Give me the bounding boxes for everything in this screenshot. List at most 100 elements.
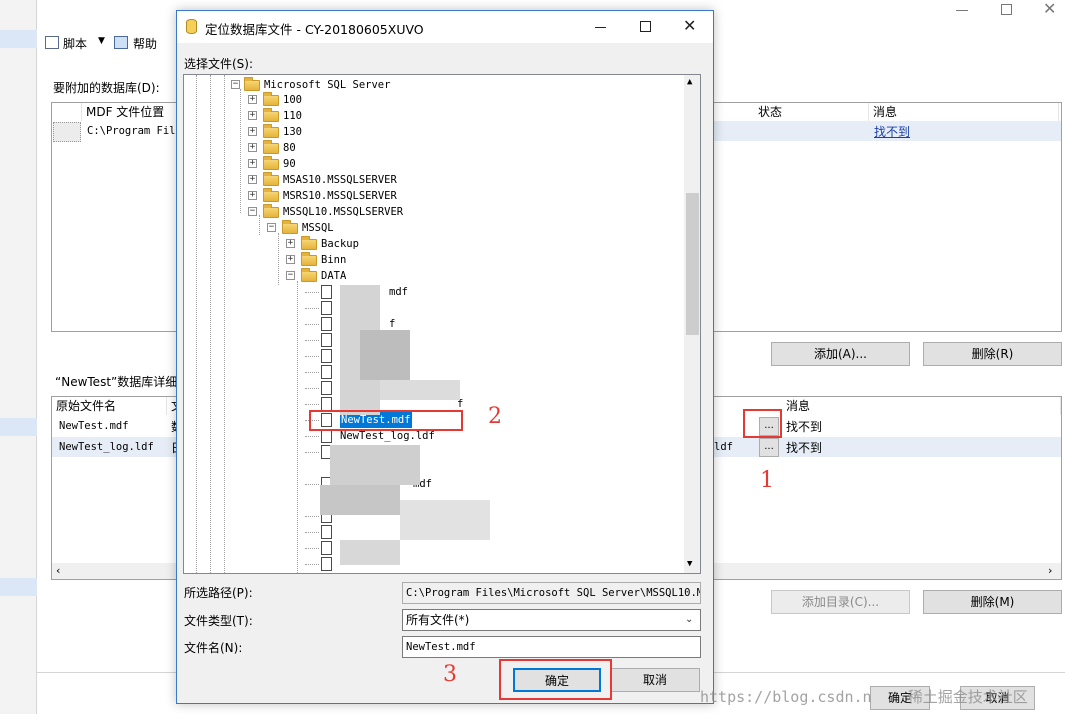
tree-guide: [210, 75, 211, 573]
annotation-number-3: 3: [443, 662, 457, 687]
tree-label: MSAS10.MSSQLSERVER: [283, 174, 397, 186]
tree-guide: [297, 281, 298, 573]
tree-guide: [196, 75, 197, 573]
scroll-right-icon[interactable]: ›: [1048, 564, 1052, 577]
tree-label: DATA: [321, 270, 347, 282]
tree-label: 110: [283, 110, 302, 122]
parent-minimize-icon[interactable]: [956, 10, 968, 11]
select-file-label: 选择文件(S):: [184, 57, 254, 71]
file-name-field[interactable]: NewTest.mdf: [402, 636, 701, 658]
folder-icon: [263, 188, 279, 202]
folder-icon: [301, 236, 317, 250]
file-type-value: 所有文件(*): [406, 613, 470, 627]
file-icon: [321, 525, 332, 539]
grid-header-message[interactable]: 消息: [869, 103, 1059, 121]
remove-button-top[interactable]: 删除(R): [923, 342, 1062, 366]
expand-icon[interactable]: +: [248, 111, 257, 120]
tree-label: 130: [283, 126, 302, 138]
tree-label-root: Microsoft SQL Server: [264, 79, 391, 91]
tree-scroll-thumb[interactable]: [686, 193, 699, 335]
tree-label: Backup: [321, 238, 359, 250]
expand-icon[interactable]: +: [248, 159, 257, 168]
file-tree[interactable]: ▲ ▼ − Microsoft SQL Server: [183, 74, 701, 574]
folder-icon: [282, 220, 298, 234]
expand-icon[interactable]: +: [248, 175, 257, 184]
mosaic-blur: [330, 445, 420, 485]
details-header-filename[interactable]: 原始文件名: [52, 397, 167, 415]
grid-header-status[interactable]: 状态: [754, 103, 869, 121]
dialog-cancel-button[interactable]: 取消: [610, 668, 700, 692]
folder-icon: [263, 204, 279, 218]
add-button[interactable]: 添加(A)...: [771, 342, 910, 366]
collapse-icon[interactable]: −: [267, 223, 276, 232]
expand-icon[interactable]: +: [286, 239, 295, 248]
chevron-down-icon[interactable]: ⌄: [685, 610, 693, 630]
expand-icon[interactable]: +: [248, 95, 257, 104]
expand-icon[interactable]: +: [248, 143, 257, 152]
annotation-box-file: [309, 410, 463, 431]
mosaic-blur: [380, 380, 460, 400]
grid-header-mdf[interactable]: MDF 文件位置: [82, 103, 178, 121]
parent-left-strip: [0, 0, 37, 714]
file-icon: [321, 365, 332, 379]
parent-left-accent-3: [0, 578, 37, 596]
script-button[interactable]: 脚本: [63, 35, 87, 52]
file-icon: [321, 557, 332, 571]
tree-guide: [259, 215, 260, 235]
tree-label: MSSQL: [302, 222, 334, 234]
tree-vscrollbar[interactable]: ▲ ▼: [684, 75, 700, 573]
file-type-label: 文件类型(T):: [184, 614, 253, 628]
expand-icon[interactable]: +: [248, 191, 257, 200]
file-icon: [321, 333, 332, 347]
mosaic-blur: [400, 500, 490, 540]
help-button[interactable]: 帮助: [133, 35, 157, 52]
parent-close-icon[interactable]: ✕: [1043, 0, 1063, 18]
folder-icon: [244, 77, 260, 91]
remove-button-bottom[interactable]: 删除(M): [923, 590, 1062, 614]
annotation-number-2: 2: [488, 404, 502, 429]
add-catalog-button[interactable]: 添加目录(C)...: [771, 590, 910, 614]
grid-header-rowsel: [52, 103, 82, 121]
dialog-minimize-icon[interactable]: [595, 27, 606, 28]
script-dropdown-icon[interactable]: ▼: [98, 36, 105, 46]
tree-guide: [224, 75, 225, 573]
tree-node-root[interactable]: − Microsoft SQL Server: [224, 77, 424, 93]
parent-left-accent-2: [0, 418, 37, 436]
grid-cell-message-link[interactable]: 找不到: [874, 123, 910, 140]
details-cell-message-1: 找不到: [786, 420, 823, 434]
dialog-title: 定位数据库文件 - CY-20180605XUVO: [205, 22, 424, 37]
scroll-left-icon[interactable]: ‹: [56, 564, 60, 577]
file-icon: [321, 349, 332, 363]
dialog-maximize-icon[interactable]: [640, 21, 651, 32]
parent-left-accent-1: [0, 30, 37, 48]
tree-scroll-up-icon[interactable]: ▲: [687, 77, 692, 87]
file-type-select[interactable]: 所有文件(*) ⌄: [402, 609, 701, 631]
details-label: “NewTest”数据库详细: [55, 375, 178, 389]
grid-row-selector[interactable]: [53, 122, 81, 142]
tree-label: MSSQL10.MSSQLSERVER: [283, 206, 404, 218]
file-icon: [321, 541, 332, 555]
browse-button-2[interactable]: ...: [759, 438, 779, 457]
expand-icon[interactable]: +: [248, 127, 257, 136]
annotation-box-ok: [499, 659, 612, 700]
mosaic-blur: [320, 485, 400, 515]
help-icon[interactable]: [114, 36, 128, 49]
parent-maximize-icon[interactable]: [1001, 4, 1012, 15]
collapse-icon[interactable]: −: [248, 207, 257, 216]
details-header-message[interactable]: 消息: [782, 397, 1061, 415]
mosaic-blur: [360, 330, 410, 380]
mosaic-blur: [340, 540, 400, 565]
tree-scroll-down-icon[interactable]: ▼: [687, 559, 692, 569]
script-icon[interactable]: [45, 36, 59, 49]
details-cell-name-1: NewTest.mdf: [59, 420, 129, 432]
collapse-icon[interactable]: −: [286, 271, 295, 280]
folder-icon: [263, 124, 279, 138]
collapse-icon[interactable]: −: [231, 80, 240, 89]
selected-path-field[interactable]: C:\Program Files\Microsoft SQL Server\MS…: [402, 582, 701, 604]
expand-icon[interactable]: +: [286, 255, 295, 264]
details-cell-name-2: NewTest_log.ldf: [59, 441, 154, 453]
tree-label: 80: [283, 142, 296, 154]
database-icon: [186, 19, 197, 34]
dialog-close-icon[interactable]: ✕: [683, 16, 696, 35]
file-name-label: 文件名(N):: [184, 641, 243, 655]
